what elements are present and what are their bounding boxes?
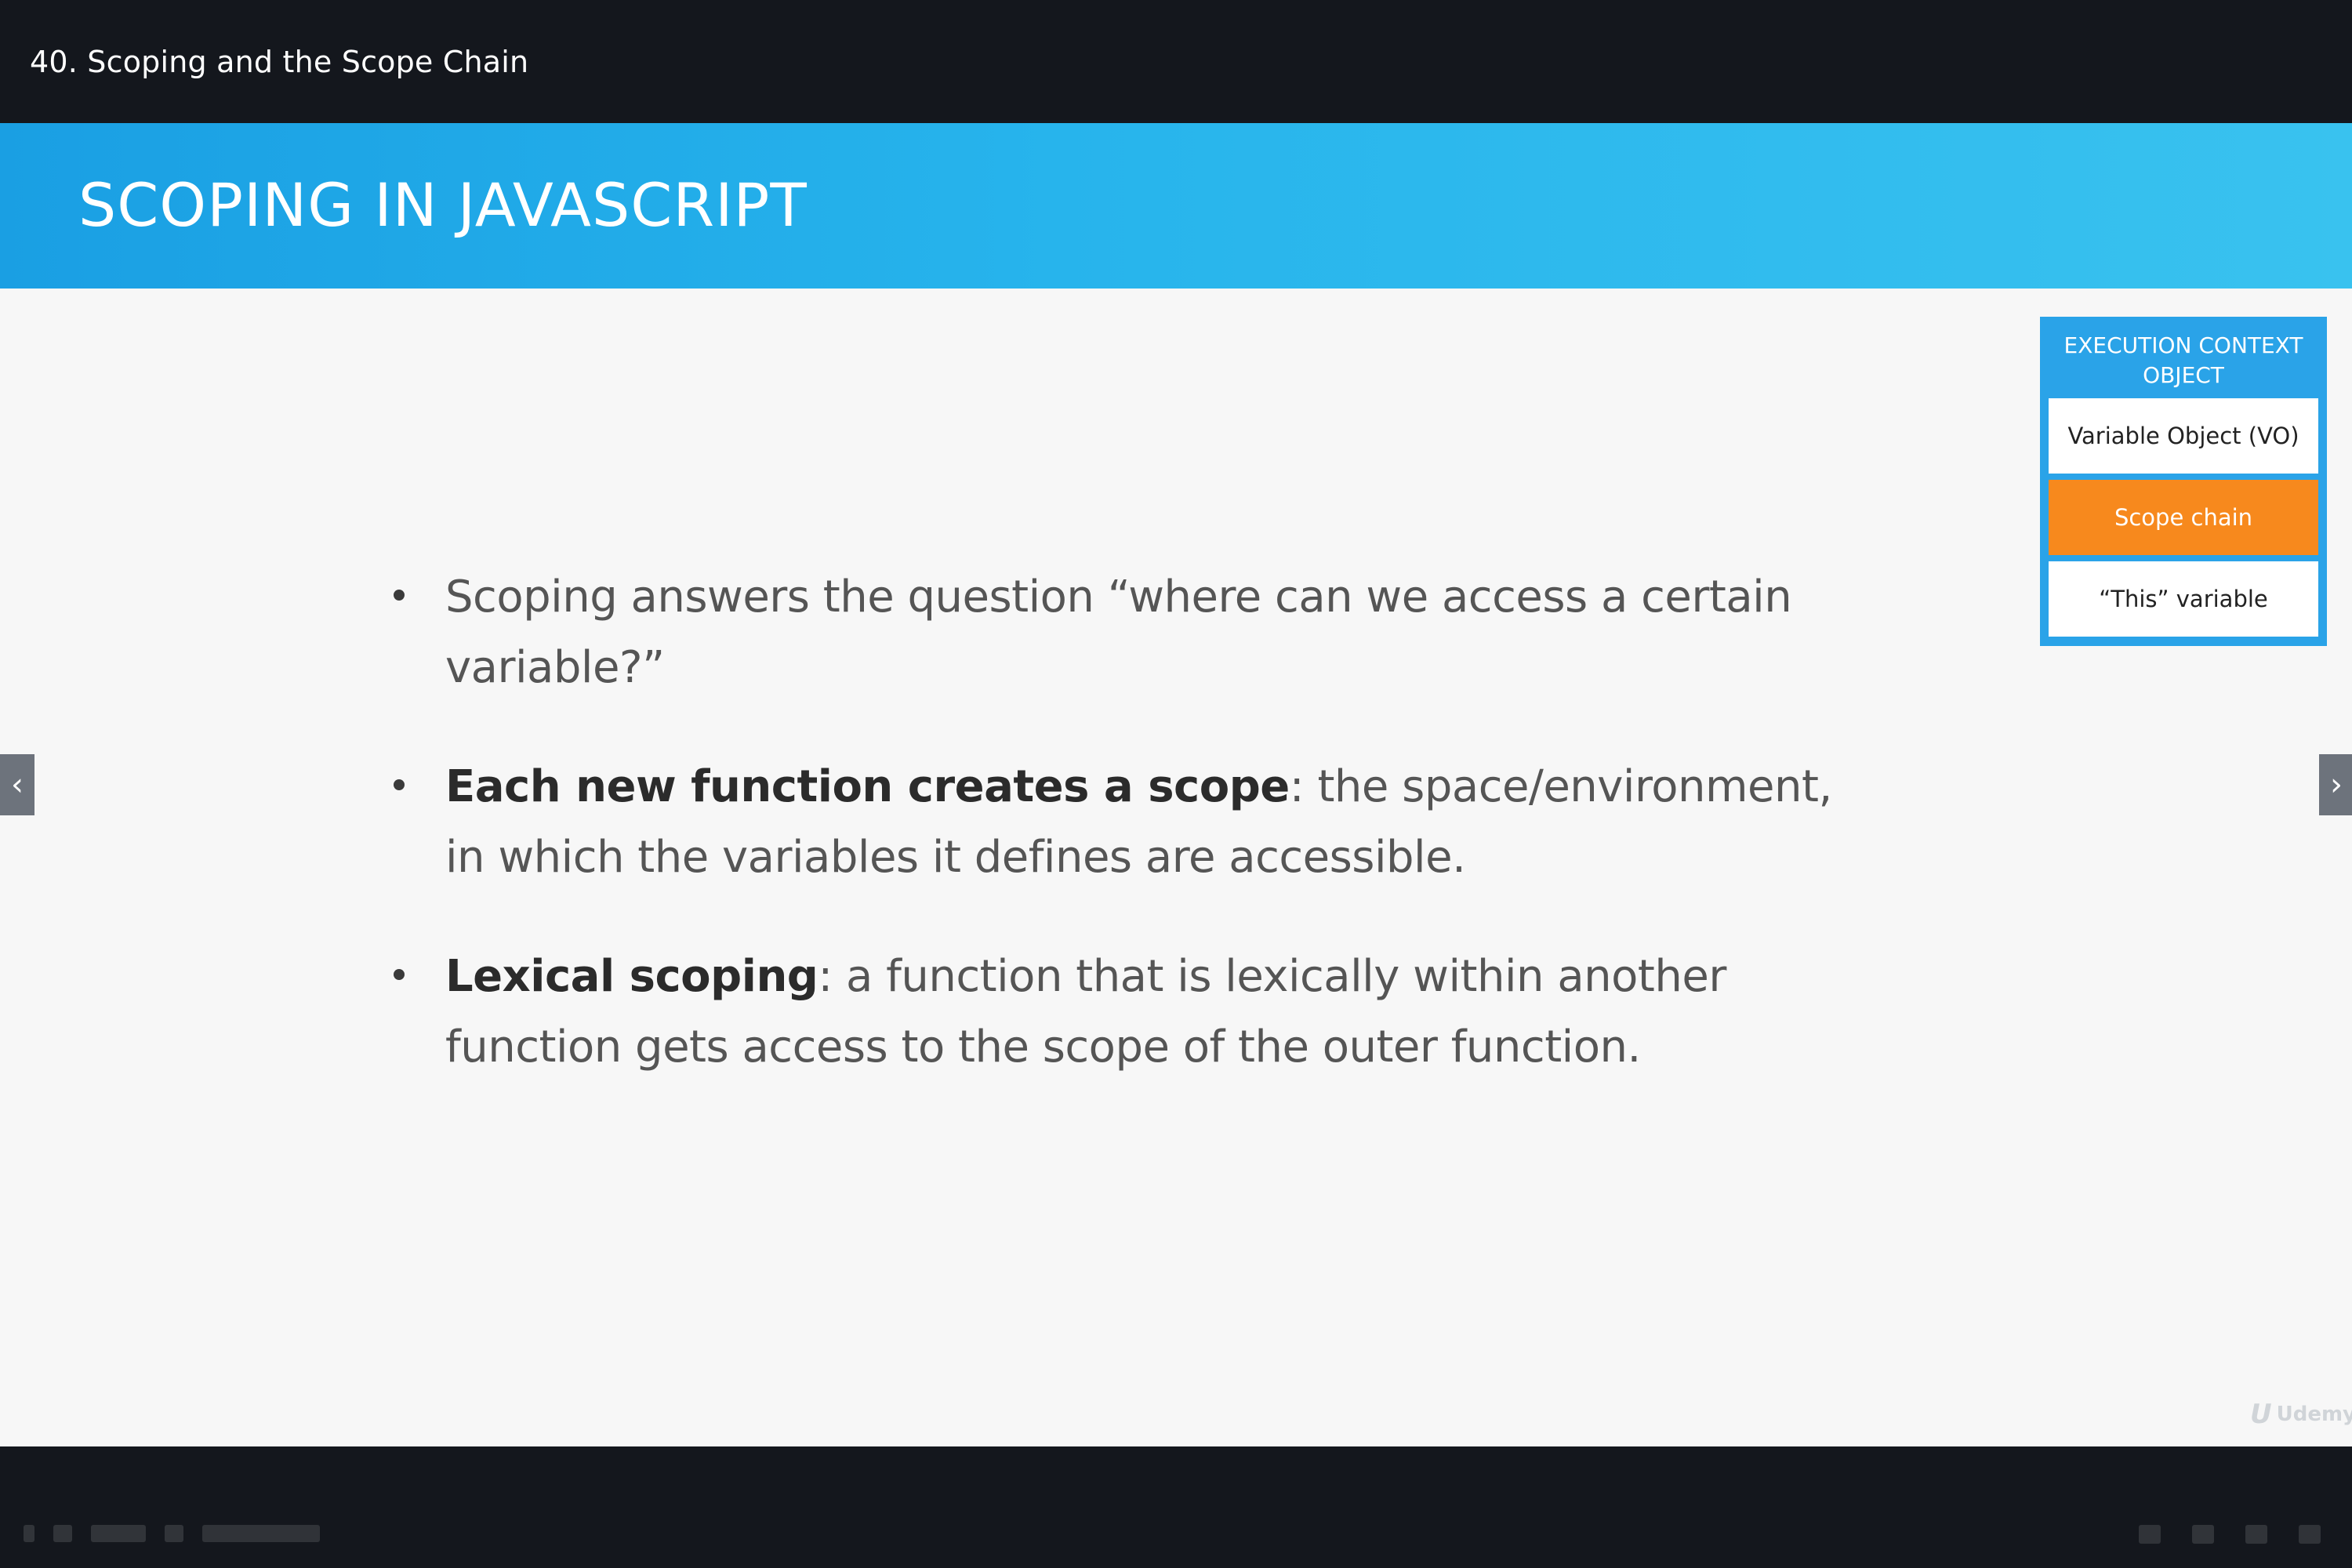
player-bottom-bar (0, 1446, 2352, 1568)
bullet-item: Each new function creates a scope: the s… (384, 752, 1874, 893)
execution-context-title: EXECUTION CONTEXT OBJECT (2063, 332, 2303, 388)
bullet-item: Lexical scoping: a function that is lexi… (384, 942, 1874, 1083)
captions-icon[interactable] (2139, 1525, 2161, 1544)
bullet-list: Scoping answers the question “where can … (384, 562, 1874, 1131)
volume-icon[interactable] (2192, 1525, 2214, 1544)
lecture-title: 40. Scoping and the Scope Chain (30, 44, 529, 79)
bullet-item: Scoping answers the question “where can … (384, 562, 1874, 703)
gear-icon[interactable] (2245, 1525, 2267, 1544)
bullet-dot (394, 779, 405, 790)
player-top-bar: 40. Scoping and the Scope Chain (0, 0, 2352, 123)
slide: SCOPING IN JAVASCRIPT Scoping answers th… (0, 123, 2352, 1446)
fullscreen-icon[interactable] (2299, 1525, 2321, 1544)
bullet-text: Scoping answers the question “where can … (445, 572, 1792, 693)
slide-title: SCOPING IN JAVASCRIPT (78, 170, 808, 240)
play-icon[interactable] (24, 1525, 34, 1542)
player-controls (24, 1525, 320, 1542)
udemy-logo-icon: U (2250, 1399, 2272, 1430)
rewind-icon[interactable] (53, 1525, 72, 1542)
ec-item-variable-object: Variable Object (VO) (2049, 398, 2318, 474)
chevron-left-icon: ‹ (11, 767, 24, 803)
ec-item-this-variable: “This” variable (2049, 561, 2318, 637)
ec-item-scope-chain: Scope chain (2049, 480, 2318, 555)
udemy-watermark: U Udemy (2250, 1399, 2352, 1430)
slide-header: SCOPING IN JAVASCRIPT (0, 123, 2352, 289)
bullet-dot (394, 969, 405, 980)
bullet-bold: Lexical scoping (445, 951, 818, 1002)
execution-context-box: EXECUTION CONTEXT OBJECT Variable Object… (2040, 317, 2327, 646)
forward-icon[interactable] (165, 1525, 183, 1542)
player-settings-controls (2139, 1525, 2321, 1544)
speed-control[interactable] (91, 1525, 146, 1542)
bullet-dot (394, 590, 405, 601)
progress-time (202, 1525, 320, 1542)
watermark-text: Udemy (2276, 1403, 2352, 1426)
next-lecture-button[interactable]: › (2319, 754, 2352, 815)
bullet-bold: Each new function creates a scope (445, 761, 1290, 812)
previous-lecture-button[interactable]: ‹ (0, 754, 34, 815)
chevron-right-icon: › (2330, 767, 2343, 803)
